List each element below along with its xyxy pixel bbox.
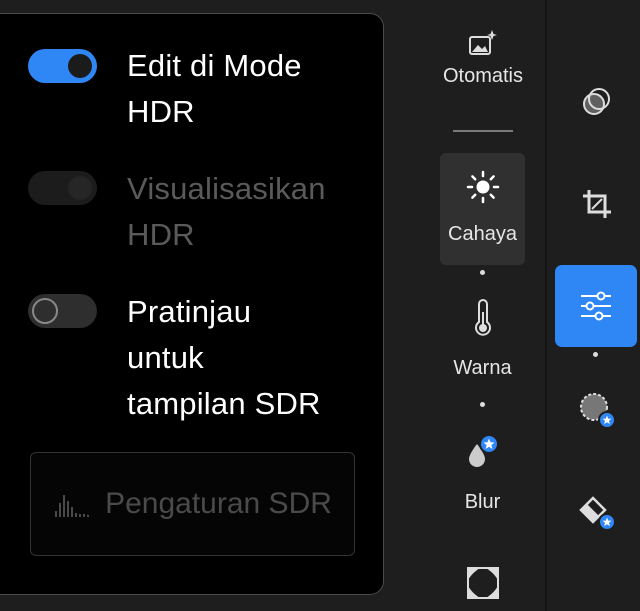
tool-light[interactable]: Cahaya <box>440 170 525 246</box>
label-line: HDR <box>127 217 195 252</box>
toggle-knob <box>32 298 58 324</box>
crop-icon <box>583 190 611 218</box>
preview-sdr-toggle[interactable] <box>28 294 97 328</box>
toggle-knob <box>68 176 92 200</box>
tool-blur[interactable]: Blur <box>440 432 525 514</box>
label-line: Visualisasikan <box>127 171 326 206</box>
presets-icon <box>583 88 610 115</box>
toggle-knob <box>68 54 92 78</box>
sun-icon <box>466 170 499 204</box>
vignette-frame-icon <box>467 567 499 599</box>
auto-image-sparkle-icon <box>469 30 497 55</box>
label-line: untuk <box>127 340 204 375</box>
visualize-hdr-label: Visualisasikan HDR <box>127 166 377 258</box>
tool-label: Blur <box>464 491 501 513</box>
crop-button[interactable] <box>580 187 614 226</box>
label-line: Pratinjau <box>127 294 252 329</box>
sdr-settings-button[interactable]: Pengaturan SDR <box>30 452 355 556</box>
edit-hdr-label: Edit di Mode HDR <box>127 43 377 135</box>
indicator-dot <box>593 352 598 357</box>
label-line: HDR <box>127 94 195 129</box>
preview-sdr-label: Pratinjau untuk tampilan SDR <box>127 289 377 427</box>
histogram-icon <box>55 495 90 517</box>
adjust-sliders-icon <box>581 291 611 321</box>
tool-label: Warna <box>453 357 512 379</box>
healing-button[interactable] <box>577 492 617 537</box>
presets-button[interactable] <box>580 85 614 124</box>
label-line: tampilan SDR <box>127 386 321 421</box>
lens-blur-drop-icon <box>468 434 499 467</box>
tool-vignette[interactable] <box>465 566 501 605</box>
adjust-icon-wrap <box>579 289 613 328</box>
healing-eraser-icon <box>579 496 616 531</box>
tool-label: Cahaya <box>448 223 517 245</box>
indicator-dot <box>480 402 485 407</box>
sdr-settings-label: Pengaturan SDR <box>105 487 332 520</box>
visualize-hdr-toggle[interactable] <box>28 171 97 205</box>
indicator-dot <box>480 270 485 275</box>
masking-icon <box>580 393 616 429</box>
thermometer-icon <box>474 299 491 336</box>
tool-color[interactable]: Warna <box>440 298 525 380</box>
tools-separator <box>453 130 513 132</box>
edit-hdr-toggle[interactable] <box>28 49 97 83</box>
tool-auto[interactable]: Otomatis <box>430 28 536 88</box>
label-line: Edit di Mode <box>127 48 302 83</box>
tool-label: Otomatis <box>442 65 524 87</box>
masking-button[interactable] <box>577 390 617 435</box>
